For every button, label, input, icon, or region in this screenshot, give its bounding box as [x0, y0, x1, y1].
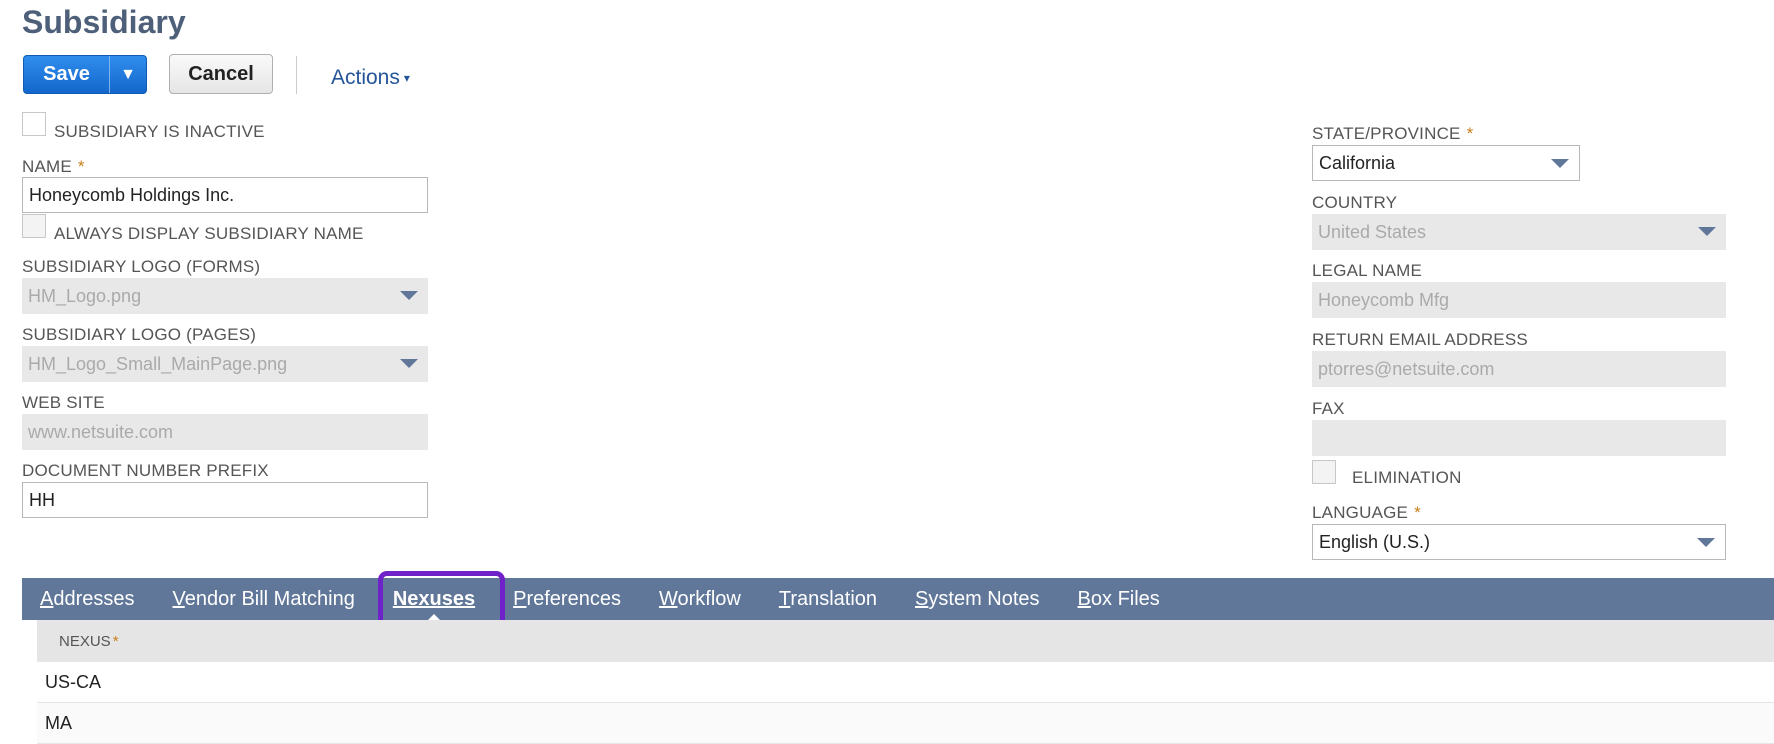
subsidiary-inactive-label: SUBSIDIARY IS INACTIVE [54, 122, 265, 141]
tab-access-key: B [1077, 587, 1091, 610]
tab-access-key: V [172, 587, 185, 610]
dropdown-arrow-icon [1551, 159, 1569, 168]
tab-access-key: P [513, 587, 527, 610]
actions-label[interactable]: Actions [331, 66, 400, 90]
name-label: NAME * [22, 157, 85, 177]
tab-label: ranslation [790, 587, 878, 610]
tab-vendor-bill-matching[interactable]: Vendor Bill Matching [173, 588, 355, 611]
table-row[interactable]: MA [37, 703, 1774, 744]
fax-label: FAX [1312, 399, 1345, 418]
tab-access-key: A [40, 587, 54, 610]
language-value: English (U.S.) [1319, 531, 1431, 552]
tab-access-key: S [915, 587, 929, 610]
language-label: LANGUAGE * [1312, 503, 1421, 523]
toolbar-divider [296, 56, 297, 94]
state-label: STATE/PROVINCE * [1312, 124, 1473, 144]
fax-input[interactable] [1312, 420, 1726, 456]
dropdown-arrow-icon [400, 359, 418, 368]
dropdown-arrow-icon [400, 291, 418, 300]
nexus-header-label: NEXUS [59, 632, 111, 650]
page-title: Subsidiary [22, 4, 186, 40]
legal-name-label: LEGAL NAME [1312, 261, 1423, 280]
table-row[interactable]: US-CA [37, 662, 1774, 703]
tab-translation[interactable]: Translation [779, 588, 877, 611]
tab-box-files[interactable]: Box Files [1078, 588, 1160, 611]
required-marker: * [112, 632, 119, 650]
language-label-text: LANGUAGE [1312, 503, 1409, 522]
dropdown-arrow-icon [1698, 227, 1716, 236]
actions-menu[interactable]: Actions ▾ [331, 66, 410, 90]
country-select[interactable]: United States [1312, 214, 1726, 250]
logo-pages-select[interactable]: HM_Logo_Small_MainPage.png [22, 346, 428, 382]
legal-name-input[interactable]: Honeycomb Mfg [1312, 282, 1726, 318]
cancel-button[interactable]: Cancel [169, 54, 273, 94]
elimination-label: ELIMINATION [1352, 468, 1462, 487]
save-button[interactable]: Save ▼ [23, 55, 147, 94]
subtab-bar: Addresses Vendor Bill Matching Nexuses P… [22, 578, 1774, 623]
required-marker: * [1466, 124, 1474, 143]
logo-forms-select[interactable]: HM_Logo.png [22, 278, 428, 314]
tab-access-key: W [658, 587, 678, 610]
website-label: WEB SITE [22, 393, 105, 412]
name-input[interactable]: Honeycomb Holdings Inc. [22, 177, 428, 213]
actions-caret-icon[interactable]: ▾ [404, 71, 410, 85]
always-display-name-label: ALWAYS DISPLAY SUBSIDIARY NAME [54, 224, 364, 243]
tab-label: ystem Notes [928, 587, 1040, 610]
tab-label: endor Bill Matching [184, 587, 355, 610]
name-label-text: NAME [22, 157, 72, 176]
save-button-label[interactable]: Save [24, 56, 110, 93]
tab-label: ox Files [1090, 587, 1160, 610]
country-value: United States [1318, 221, 1427, 242]
logo-forms-label: SUBSIDIARY LOGO (FORMS) [22, 257, 261, 276]
state-value: California [1319, 152, 1396, 173]
language-select[interactable]: English (U.S.) [1312, 524, 1726, 560]
state-label-text: STATE/PROVINCE [1312, 124, 1461, 143]
required-marker: * [1414, 503, 1421, 522]
state-select[interactable]: California [1312, 145, 1580, 181]
tab-preferences[interactable]: Preferences [513, 588, 621, 611]
logo-forms-value: HM_Logo.png [28, 285, 142, 306]
doc-prefix-input[interactable]: HH [22, 482, 428, 518]
save-menu-chevron-icon[interactable]: ▼ [110, 56, 146, 93]
nexus-column-header[interactable]: NEXUS * [37, 620, 1774, 662]
website-input[interactable]: www.netsuite.com [22, 414, 428, 450]
subsidiary-inactive-checkbox[interactable] [22, 112, 46, 136]
elimination-checkbox[interactable] [1312, 460, 1336, 484]
dropdown-arrow-icon [1697, 538, 1715, 547]
tab-workflow[interactable]: Workflow [659, 588, 741, 611]
tab-label: orkflow [677, 587, 741, 610]
doc-prefix-label: DOCUMENT NUMBER PREFIX [22, 461, 269, 480]
tab-access-key: T [778, 587, 791, 610]
required-marker: * [77, 157, 85, 176]
logo-pages-label: SUBSIDIARY LOGO (PAGES) [22, 325, 257, 344]
return-email-input[interactable]: ptorres@netsuite.com [1312, 351, 1726, 387]
tab-label: ddresses [53, 587, 135, 610]
tab-system-notes[interactable]: System Notes [915, 588, 1040, 611]
always-display-name-checkbox[interactable] [22, 214, 46, 238]
return-email-label: RETURN EMAIL ADDRESS [1312, 330, 1528, 349]
tab-addresses[interactable]: Addresses [40, 588, 135, 611]
logo-pages-value: HM_Logo_Small_MainPage.png [28, 353, 288, 374]
country-label: COUNTRY [1312, 193, 1398, 212]
tab-label: references [526, 587, 621, 610]
